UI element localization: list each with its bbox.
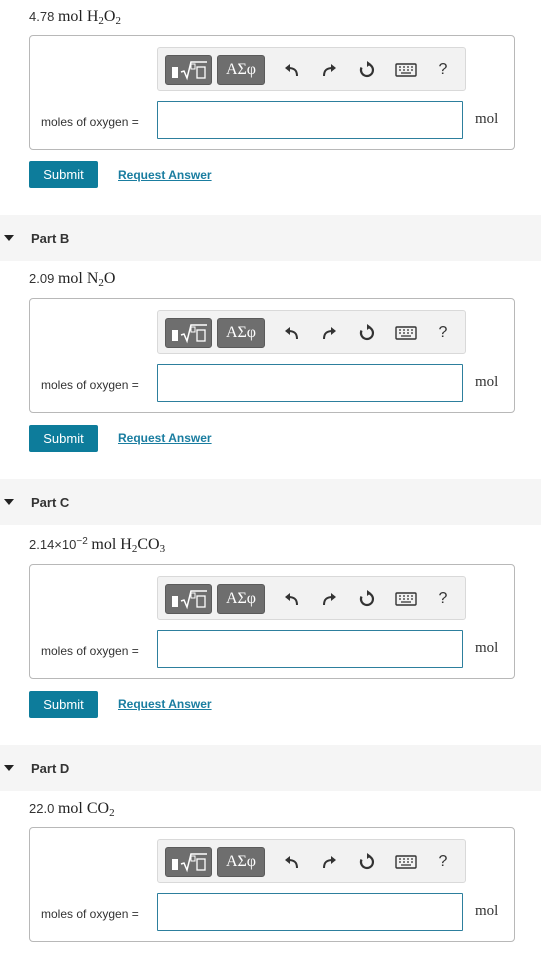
part-a-amount: 4.78 bbox=[29, 9, 55, 24]
part-c-request-answer-link[interactable]: Request Answer bbox=[118, 697, 212, 711]
part-c-chemical: mol H2CO3 bbox=[91, 536, 166, 555]
part-c-header[interactable]: Part C bbox=[0, 479, 541, 525]
redo-icon bbox=[323, 856, 336, 869]
moles-oxygen-label: moles of oxygen = bbox=[41, 907, 139, 921]
keyboard-icon bbox=[395, 63, 417, 77]
part-c-answer-box: ΑΣφ ? moles of oxygen = mol bbox=[29, 564, 515, 679]
redo-button[interactable] bbox=[316, 321, 342, 345]
greek-symbols-button[interactable]: ΑΣφ bbox=[217, 584, 265, 614]
unit-label: mol bbox=[475, 903, 499, 919]
part-b-answer-input[interactable] bbox=[157, 364, 463, 402]
part-d-prompt: 22.0 mol CO2 bbox=[29, 800, 115, 819]
part-b-title: Part B bbox=[31, 231, 70, 246]
math-toolbar: ΑΣφ ? bbox=[157, 576, 466, 620]
part-d-header[interactable]: Part D bbox=[0, 745, 541, 791]
reset-button[interactable] bbox=[354, 587, 380, 611]
part-b-chemical: mol N2O bbox=[57, 270, 116, 289]
reset-button[interactable] bbox=[354, 58, 380, 82]
moles-oxygen-label: moles of oxygen = bbox=[41, 378, 139, 392]
part-d-amount: 22.0 bbox=[29, 801, 55, 816]
keyboard-button[interactable] bbox=[393, 321, 419, 345]
part-a-answer-input[interactable] bbox=[157, 101, 463, 139]
part-a-prompt: 4.78 mol H2O2 bbox=[29, 8, 121, 27]
math-toolbar: ΑΣφ ? bbox=[157, 310, 466, 354]
redo-icon bbox=[323, 593, 336, 606]
undo-button[interactable] bbox=[279, 850, 305, 874]
reset-button[interactable] bbox=[354, 321, 380, 345]
redo-button[interactable] bbox=[316, 850, 342, 874]
math-toolbar: ΑΣφ ? bbox=[157, 839, 466, 883]
reset-icon bbox=[359, 853, 375, 870]
undo-button[interactable] bbox=[279, 587, 305, 611]
help-button[interactable]: ? bbox=[430, 58, 456, 82]
template-radical-icon bbox=[171, 324, 207, 344]
template-radical-icon bbox=[171, 853, 207, 873]
reset-button[interactable] bbox=[354, 850, 380, 874]
part-c-amount: 2.14×10 bbox=[29, 537, 77, 552]
part-c-title: Part C bbox=[31, 495, 70, 510]
reset-icon bbox=[359, 61, 375, 78]
part-b-amount: 2.09 bbox=[29, 271, 55, 286]
part-a-answer-box: ΑΣφ ? moles of oxygen = mol bbox=[29, 35, 515, 150]
part-b-submit-button[interactable]: Submit bbox=[29, 425, 98, 452]
template-radical-icon bbox=[171, 61, 207, 81]
unit-label: mol bbox=[475, 640, 499, 656]
part-a-submit-button[interactable]: Submit bbox=[29, 161, 98, 188]
template-radical-button[interactable] bbox=[165, 847, 212, 877]
collapse-triangle-icon bbox=[4, 765, 14, 771]
redo-button[interactable] bbox=[316, 587, 342, 611]
undo-icon bbox=[285, 64, 298, 77]
part-b-prompt: 2.09 mol N2O bbox=[29, 270, 116, 289]
part-d-answer-box: ΑΣφ ? moles of oxygen = mol bbox=[29, 827, 515, 942]
undo-icon bbox=[285, 327, 298, 340]
undo-icon bbox=[285, 593, 298, 606]
part-b-request-answer-link[interactable]: Request Answer bbox=[118, 431, 212, 445]
unit-label: mol bbox=[475, 374, 499, 390]
keyboard-button[interactable] bbox=[393, 587, 419, 611]
keyboard-button[interactable] bbox=[393, 850, 419, 874]
undo-button[interactable] bbox=[279, 321, 305, 345]
template-radical-button[interactable] bbox=[165, 318, 212, 348]
undo-button[interactable] bbox=[279, 58, 305, 82]
part-d-title: Part D bbox=[31, 761, 70, 776]
help-button[interactable]: ? bbox=[430, 587, 456, 611]
greek-symbols-button[interactable]: ΑΣφ bbox=[217, 318, 265, 348]
template-radical-button[interactable] bbox=[165, 55, 212, 85]
part-c-answer-input[interactable] bbox=[157, 630, 463, 668]
reset-icon bbox=[359, 590, 375, 607]
part-d-answer-input[interactable] bbox=[157, 893, 463, 931]
help-button[interactable]: ? bbox=[430, 850, 456, 874]
collapse-triangle-icon bbox=[4, 499, 14, 505]
collapse-triangle-icon bbox=[4, 235, 14, 241]
moles-oxygen-label: moles of oxygen = bbox=[41, 115, 139, 129]
part-c-submit-button[interactable]: Submit bbox=[29, 691, 98, 718]
math-toolbar: ΑΣφ ? bbox=[157, 47, 466, 91]
greek-symbols-button[interactable]: ΑΣφ bbox=[217, 55, 265, 85]
part-d-chemical: mol CO2 bbox=[57, 800, 115, 819]
part-b-answer-box: ΑΣφ ? moles of oxygen = mol bbox=[29, 298, 515, 413]
redo-button[interactable] bbox=[316, 58, 342, 82]
keyboard-button[interactable] bbox=[393, 58, 419, 82]
part-b-header[interactable]: Part B bbox=[0, 215, 541, 261]
reset-icon bbox=[359, 324, 375, 341]
part-c-prompt: 2.14×10−2 mol H2CO3 bbox=[29, 536, 166, 555]
part-a-chemical: mol H2O2 bbox=[57, 8, 121, 27]
help-button[interactable]: ? bbox=[430, 321, 456, 345]
redo-icon bbox=[323, 327, 336, 340]
moles-oxygen-label: moles of oxygen = bbox=[41, 644, 139, 658]
keyboard-icon bbox=[395, 326, 417, 340]
greek-symbols-button[interactable]: ΑΣφ bbox=[217, 847, 265, 877]
part-c-exponent: −2 bbox=[76, 536, 88, 547]
unit-label: mol bbox=[475, 111, 499, 127]
keyboard-icon bbox=[395, 592, 417, 606]
template-radical-icon bbox=[171, 590, 207, 610]
undo-icon bbox=[285, 856, 298, 869]
keyboard-icon bbox=[395, 855, 417, 869]
template-radical-button[interactable] bbox=[165, 584, 212, 614]
redo-icon bbox=[323, 64, 336, 77]
part-a-request-answer-link[interactable]: Request Answer bbox=[118, 168, 212, 182]
